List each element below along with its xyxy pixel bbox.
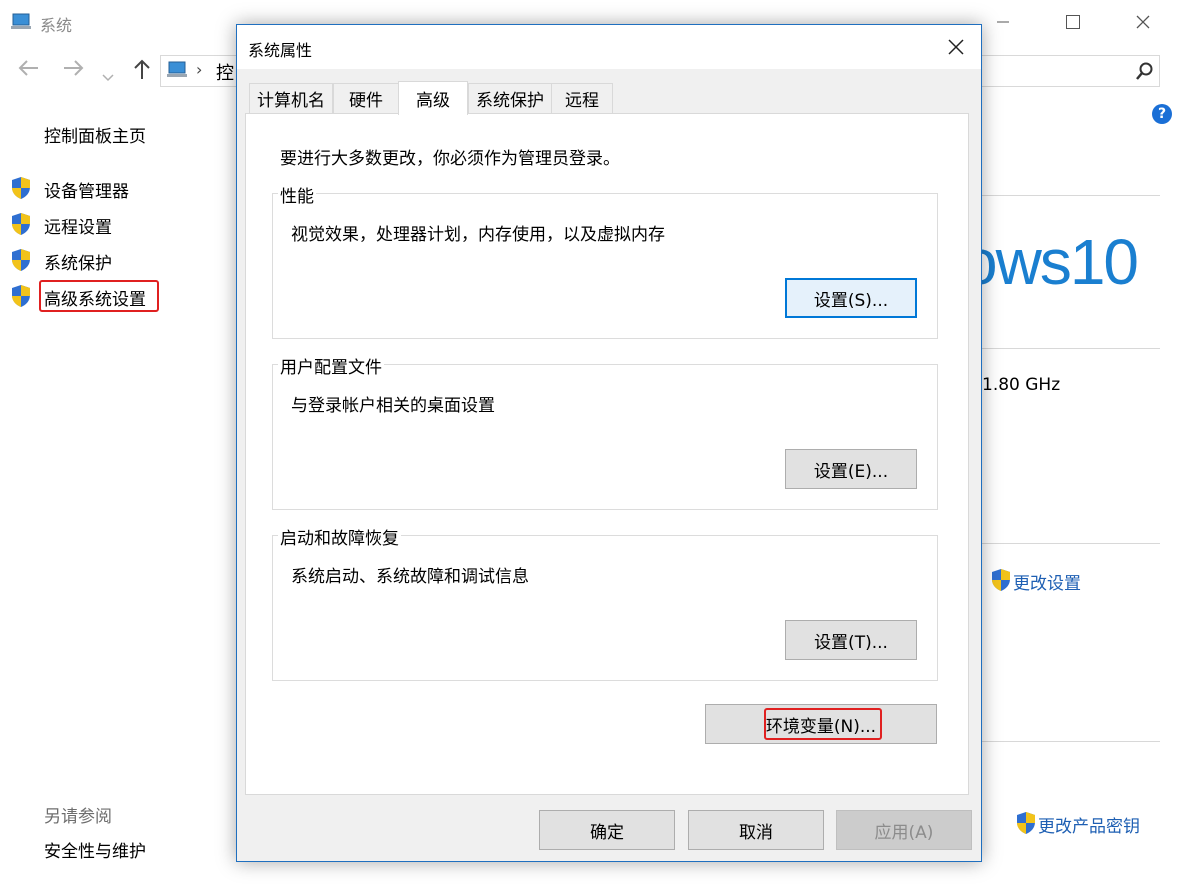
change-product-key-link[interactable]: 更改产品密钥 [1038,812,1140,837]
window-title: 系统 [40,16,73,35]
section-divider [982,348,1160,349]
ok-button[interactable]: 确定 [539,810,675,850]
user-profiles-settings-button[interactable]: 设置(E)... [785,449,917,489]
section-divider [982,741,1160,742]
breadcrumb[interactable]: 控 [216,59,234,85]
uac-shield-icon [10,176,32,200]
search-icon[interactable] [1135,61,1155,85]
tab-computer-name[interactable]: 计算机名 [249,83,333,113]
tab-system-protection[interactable]: 系统保护 [468,83,552,113]
uac-shield-icon [10,248,32,272]
tab-label: 系统保护 [476,91,544,111]
processor-speed: 1.80 GHz [982,375,1061,395]
tab-hardware[interactable]: 硬件 [333,83,399,113]
cancel-button[interactable]: 取消 [688,810,824,850]
sidebar-item-device-manager[interactable]: 设备管理器 [44,177,129,202]
change-settings-link[interactable]: 更改设置 [1013,569,1081,594]
section-divider [982,543,1160,544]
user-profiles-description: 与登录帐户相关的桌面设置 [291,396,495,416]
startup-recovery-description: 系统启动、系统故障和调试信息 [291,567,529,587]
startup-recovery-settings-button[interactable]: 设置(T)... [785,620,917,660]
uac-shield-icon [990,568,1012,592]
section-divider [982,195,1160,196]
see-also-heading: 另请参阅 [44,807,112,827]
computer-icon [166,60,190,84]
apply-button[interactable]: 应用(A) [836,810,972,850]
tab-remote[interactable]: 远程 [551,83,613,113]
user-profiles-group-title: 用户配置文件 [278,353,384,378]
back-arrow-icon[interactable] [18,58,40,83]
startup-recovery-group-title: 启动和故障恢复 [278,524,401,549]
dialog-close-button[interactable] [931,25,981,69]
control-panel-home-link[interactable]: 控制面板主页 [44,122,146,147]
sidebar-item-system-protection[interactable]: 系统保护 [44,249,112,274]
tab-label: 高级 [416,91,450,111]
security-and-maintenance-link[interactable]: 安全性与维护 [44,837,146,862]
uac-shield-icon [10,212,32,236]
tab-advanced[interactable]: 高级 [398,81,468,115]
help-symbol: ? [1157,106,1167,122]
close-button[interactable] [1108,0,1178,44]
maximize-button[interactable] [1038,0,1108,44]
highlight-box [764,708,882,740]
uac-shield-icon [10,284,32,308]
performance-settings-button[interactable]: 设置(S)... [785,278,917,318]
close-icon [948,39,964,55]
tab-label: 远程 [565,91,599,111]
highlight-box [39,280,159,312]
admin-note: 要进行大多数更改，你必须作为管理员登录。 [280,149,620,169]
system-window-icon [10,12,34,32]
uac-shield-icon [1015,811,1037,835]
dialog-titlebar[interactable]: 系统属性 [237,25,981,69]
system-properties-dialog: 系统属性 计算机名 硬件 高级 系统保护 远程 要进行大多数更改，你必须作为管理… [236,24,982,862]
tab-label: 硬件 [349,91,383,111]
up-arrow-icon[interactable] [132,58,152,85]
help-icon[interactable]: ? [1152,104,1172,124]
sidebar-item-remote-settings[interactable]: 远程设置 [44,213,112,238]
performance-group-title: 性能 [278,182,316,207]
tab-label: 计算机名 [257,91,325,111]
windows-logo-text: ows10 [962,226,1139,298]
dialog-title: 系统属性 [248,41,313,60]
breadcrumb-separator-icon: › [196,60,203,79]
advanced-tab-panel: 要进行大多数更改，你必须作为管理员登录。 性能 视觉效果，处理器计划，内存使用，… [245,113,969,795]
performance-description: 视觉效果，处理器计划，内存使用，以及虚拟内存 [291,225,665,245]
forward-arrow-icon[interactable] [62,58,84,83]
recent-locations-chevron-icon[interactable] [102,64,114,88]
